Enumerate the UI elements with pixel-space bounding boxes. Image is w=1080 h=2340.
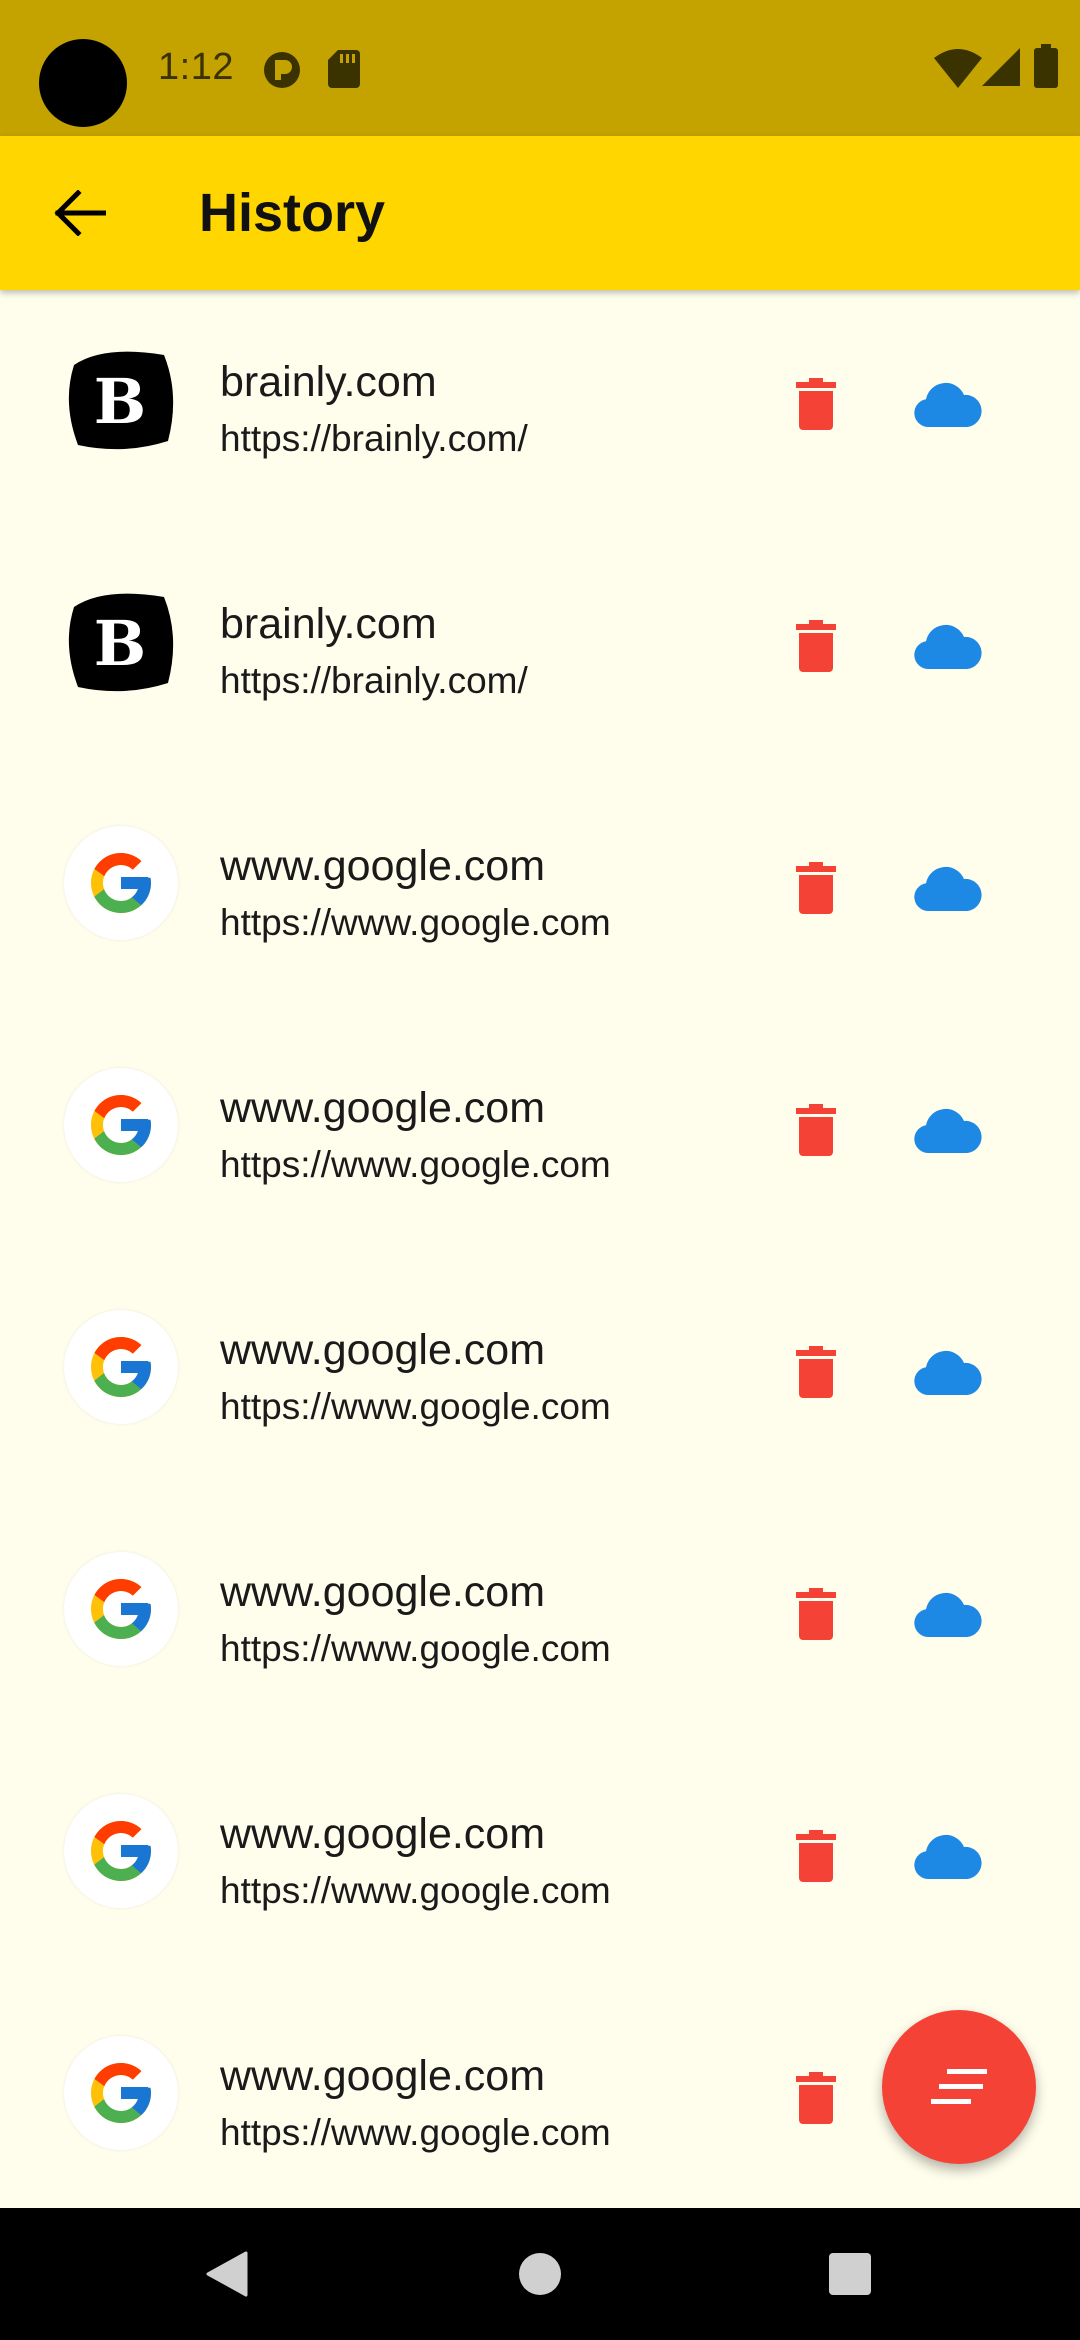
google-logo-icon xyxy=(64,1068,178,1182)
trash-icon xyxy=(796,1104,836,1156)
cloud-upload-button[interactable] xyxy=(906,852,990,924)
wifi-icon xyxy=(934,49,982,88)
delete-button[interactable] xyxy=(780,852,852,924)
delete-button[interactable] xyxy=(780,2062,852,2134)
brainly-logo-icon: B xyxy=(64,584,178,698)
delete-button[interactable] xyxy=(780,1094,852,1166)
app-bar: History xyxy=(0,136,1080,290)
cloud-icon xyxy=(914,1350,982,1395)
back-triangle-icon xyxy=(206,2251,248,2297)
page-title: History xyxy=(199,183,386,243)
history-item[interactable]: B brainly.com https://brainly.com/ xyxy=(0,290,1080,532)
history-item-title: brainly.com xyxy=(220,358,437,406)
history-item[interactable]: www.google.com https://www.google.com xyxy=(0,1742,1080,1984)
cloud-icon xyxy=(914,382,982,427)
trash-icon xyxy=(796,1588,836,1640)
google-logo-icon xyxy=(64,1552,178,1666)
svg-text:B: B xyxy=(94,607,146,680)
delete-button[interactable] xyxy=(780,610,852,682)
delete-button[interactable] xyxy=(780,1578,852,1650)
nav-recents-button[interactable] xyxy=(820,2244,880,2304)
google-logo-icon xyxy=(64,1310,178,1424)
sort-lines-icon xyxy=(931,2069,987,2104)
battery-icon xyxy=(1034,44,1058,88)
history-item-url: https://brainly.com/ xyxy=(220,660,528,701)
history-item-url: https://www.google.com xyxy=(220,902,611,943)
trash-icon xyxy=(796,378,836,430)
status-time: 1:12 xyxy=(158,46,234,88)
svg-text:B: B xyxy=(94,365,146,438)
history-item[interactable]: www.google.com https://www.google.com xyxy=(0,1500,1080,1742)
recents-square-icon xyxy=(829,2253,871,2295)
history-item[interactable]: www.google.com https://www.google.com xyxy=(0,1016,1080,1258)
trash-icon xyxy=(796,1346,836,1398)
history-item-title: www.google.com xyxy=(220,1568,546,1616)
trash-icon xyxy=(796,620,836,672)
history-list[interactable]: B brainly.com https://brainly.com/ B bra… xyxy=(0,290,1080,2208)
notification-app-icon xyxy=(264,52,300,88)
system-nav-bar xyxy=(0,2208,1080,2340)
delete-button[interactable] xyxy=(780,368,852,440)
trash-icon xyxy=(796,862,836,914)
cloud-icon xyxy=(914,1592,982,1637)
cloud-upload-button[interactable] xyxy=(906,368,990,440)
history-item-title: brainly.com xyxy=(220,600,437,648)
history-item-url: https://brainly.com/ xyxy=(220,418,528,459)
status-bar: 1:12 xyxy=(0,0,1080,136)
history-item-title: www.google.com xyxy=(220,842,546,890)
signal-icon xyxy=(982,48,1020,86)
history-item-url: https://www.google.com xyxy=(220,2112,611,2153)
sort-fab-button[interactable] xyxy=(882,2010,1036,2164)
cloud-upload-button[interactable] xyxy=(906,1578,990,1650)
delete-button[interactable] xyxy=(780,1820,852,1892)
camera-cutout xyxy=(39,39,127,127)
cloud-icon xyxy=(914,1834,982,1879)
history-item-url: https://www.google.com xyxy=(220,1870,611,1911)
cloud-icon xyxy=(914,624,982,669)
history-item-url: https://www.google.com xyxy=(220,1628,611,1669)
history-item-title: www.google.com xyxy=(220,1810,546,1858)
google-logo-icon xyxy=(64,2036,178,2150)
trash-icon xyxy=(796,2072,836,2124)
nav-back-button[interactable] xyxy=(196,2244,256,2304)
home-circle-icon xyxy=(519,2253,561,2295)
cloud-icon xyxy=(914,1108,982,1153)
google-logo-icon xyxy=(64,826,178,940)
history-item-url: https://www.google.com xyxy=(220,1144,611,1185)
brainly-logo-icon: B xyxy=(64,342,178,456)
history-item-title: www.google.com xyxy=(220,2052,546,2100)
sd-card-icon xyxy=(328,50,360,88)
history-item-title: www.google.com xyxy=(220,1326,546,1374)
google-logo-icon xyxy=(64,1794,178,1908)
history-item-url: https://www.google.com xyxy=(220,1386,611,1427)
trash-icon xyxy=(796,1830,836,1882)
back-button[interactable] xyxy=(40,173,120,253)
cloud-upload-button[interactable] xyxy=(906,610,990,682)
history-item[interactable]: www.google.com https://www.google.com xyxy=(0,774,1080,1016)
cloud-upload-button[interactable] xyxy=(906,1336,990,1408)
history-item[interactable]: www.google.com https://www.google.com xyxy=(0,1258,1080,1500)
history-item[interactable]: B brainly.com https://brainly.com/ xyxy=(0,532,1080,774)
cloud-icon xyxy=(914,866,982,911)
history-item-title: www.google.com xyxy=(220,1084,546,1132)
arrow-left-icon xyxy=(54,190,106,236)
nav-home-button[interactable] xyxy=(510,2244,570,2304)
delete-button[interactable] xyxy=(780,1336,852,1408)
cloud-upload-button[interactable] xyxy=(906,1094,990,1166)
cloud-upload-button[interactable] xyxy=(906,1820,990,1892)
